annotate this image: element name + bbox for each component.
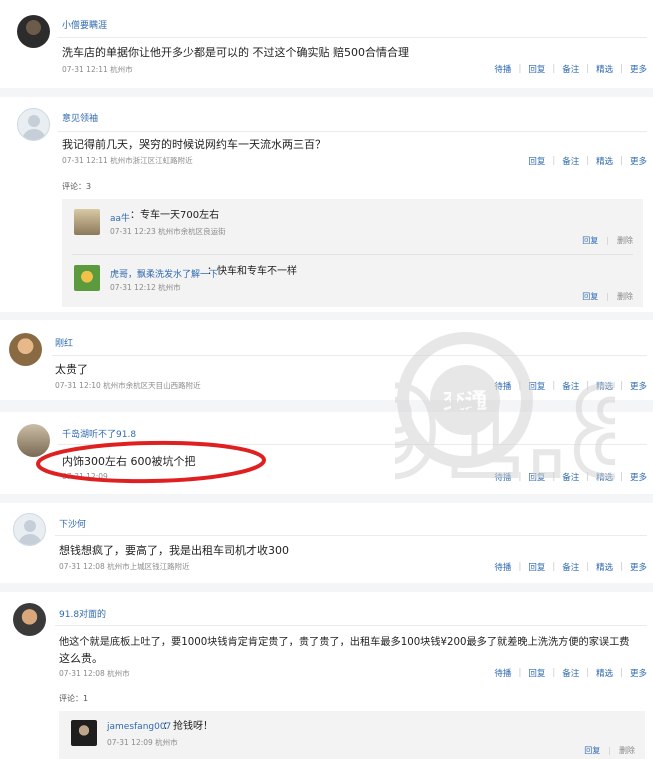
avatar[interactable] xyxy=(74,209,100,235)
divider xyxy=(52,355,647,356)
note-button[interactable]: 备注 xyxy=(562,155,579,167)
air-button[interactable]: 待播 xyxy=(494,667,511,679)
air-button[interactable]: 待播 xyxy=(494,471,511,483)
air-button[interactable]: 待播 xyxy=(494,380,511,392)
reply-button[interactable]: 回复 xyxy=(528,155,545,167)
reply-meta: 07-31 12:12 杭州市 xyxy=(110,283,181,292)
comment-text: 我记得前几天，哭穷的时候说网约车一天流水两三百？ xyxy=(62,138,326,151)
comment-meta: 07-31 12:11 杭州市浙江区江虹路附近 xyxy=(62,156,193,165)
reply-text: ：专车一天700左右 xyxy=(130,210,220,221)
feature-button[interactable]: 精选 xyxy=(596,667,613,679)
divider xyxy=(58,131,647,132)
reply-button[interactable]: 回复 xyxy=(528,63,545,75)
reply-count: 评论：3 xyxy=(62,182,92,191)
delete-button[interactable]: 删除 xyxy=(617,236,633,245)
comment-actions: 待播 | 回复 | 备注 | 精选 | 更多 xyxy=(494,667,647,679)
comment-text-line2: 这么贵。 xyxy=(59,652,103,665)
comment-card: 意见领袖 我记得前几天，哭穷的时候说网约车一天流水两三百？ 07-31 12:1… xyxy=(0,97,653,312)
avatar[interactable] xyxy=(9,333,42,366)
comment-meta: 07-31 12:10 杭州市余杭区天目山西路附近 xyxy=(55,381,201,390)
comment-text: 太贵了 xyxy=(55,363,88,376)
note-button[interactable]: 备注 xyxy=(562,63,579,75)
reply-button[interactable]: 回复 xyxy=(582,236,598,245)
reply-button[interactable]: 回复 xyxy=(528,561,545,573)
note-button[interactable]: 备注 xyxy=(562,561,579,573)
reply-box: jamesfang007 ：抢钱呀！ 07-31 12:09 杭州市 回复 | 删除 xyxy=(59,711,645,759)
reply-button[interactable]: 回复 xyxy=(528,667,545,679)
reply-button[interactable]: 回复 xyxy=(528,380,545,392)
comment-meta: 07-31 12:09 xyxy=(62,472,108,481)
reply-actions: 回复 | 删除 xyxy=(582,292,633,301)
reply-button[interactable]: 回复 xyxy=(584,746,600,755)
reply-username[interactable]: aa牛 xyxy=(110,211,130,224)
reply-box: aa牛 ：专车一天700左右 07-31 12:23 杭州市余杭区良运街 回复 |… xyxy=(62,199,643,307)
divider xyxy=(55,535,647,536)
comment-card: 91.8对面的 他这个就是底板上吐了，要1000块钱肯定肯定贵了，贵了贵了，出租… xyxy=(0,592,653,759)
comment-meta: 07-31 12:08 杭州市 xyxy=(59,669,130,678)
comment-meta: 07-31 12:11 杭州市 xyxy=(62,65,133,74)
divider xyxy=(72,254,633,255)
avatar[interactable] xyxy=(13,603,46,636)
username[interactable]: 刚红 xyxy=(55,336,73,349)
comment-card: 下沙何 想钱想疯了，要高了，我是出租车司机才收300 07-31 12:08 杭… xyxy=(0,503,653,583)
air-button[interactable]: 待播 xyxy=(494,561,511,573)
feature-button[interactable]: 精选 xyxy=(596,63,613,75)
avatar[interactable] xyxy=(17,424,50,457)
username[interactable]: 小僧要瞒涯 xyxy=(62,18,107,31)
divider xyxy=(55,625,647,626)
more-button[interactable]: 更多 xyxy=(630,471,647,483)
reply-actions: 回复 | 删除 xyxy=(582,236,633,245)
avatar[interactable] xyxy=(74,265,100,291)
feature-button[interactable]: 精选 xyxy=(596,380,613,392)
comment-text-line1: 他这个就是底板上吐了，要1000块钱肯定肯定贵了，贵了贵了，出租车最多100块钱… xyxy=(59,637,630,648)
comment-card: 千岛湖听不了91.8 内饰300左右 600被坑个把 07-31 12:09 待… xyxy=(0,412,653,494)
username[interactable]: 下沙何 xyxy=(59,517,86,530)
avatar[interactable] xyxy=(71,720,97,746)
reply-button[interactable]: 回复 xyxy=(582,292,598,301)
reply-actions: 回复 | 删除 xyxy=(584,746,635,755)
divider xyxy=(58,444,647,445)
comment-text: 洗车店的单据你让他开多少都是可以的 不过这个确实贴 赔500合情合理 xyxy=(62,46,409,59)
reply-count: 评论：1 xyxy=(59,694,89,703)
comment-text: 内饰300左右 600被坑个把 xyxy=(62,455,196,468)
comment-meta: 07-31 12:08 杭州市上城区钱江路附近 xyxy=(59,562,190,571)
reply-text: ：抢钱呀！ xyxy=(163,721,213,732)
reply-username[interactable]: 虎哥，飘柔洗发水了解一下 xyxy=(110,267,218,280)
more-button[interactable]: 更多 xyxy=(630,155,647,167)
comment-actions: 回复 | 备注 | 精选 | 更多 xyxy=(528,155,647,167)
divider xyxy=(58,37,647,38)
comment-actions: 待播 | 回复 | 备注 | 精选 | 更多 xyxy=(494,561,647,573)
reply-meta: 07-31 12:09 杭州市 xyxy=(107,738,178,747)
username[interactable]: 千岛湖听不了91.8 xyxy=(62,427,136,440)
feature-button[interactable]: 精选 xyxy=(596,561,613,573)
feature-button[interactable]: 精选 xyxy=(596,471,613,483)
comment-actions: 待播 | 回复 | 备注 | 精选 | 更多 xyxy=(494,471,647,483)
delete-button[interactable]: 删除 xyxy=(619,746,635,755)
avatar[interactable] xyxy=(17,15,50,48)
more-button[interactable]: 更多 xyxy=(630,667,647,679)
note-button[interactable]: 备注 xyxy=(562,380,579,392)
reply-text: ：快车和专车不一样 xyxy=(207,266,297,277)
reply-meta: 07-31 12:23 杭州市余杭区良运街 xyxy=(110,227,226,236)
delete-button[interactable]: 删除 xyxy=(617,292,633,301)
comment-card: 刚红 太贵了 07-31 12:10 杭州市余杭区天目山西路附近 待播 | 回复 |… xyxy=(0,320,653,400)
username[interactable]: 意见领袖 xyxy=(62,111,98,124)
comment-card: 小僧要瞒涯 洗车店的单据你让他开多少都是可以的 不过这个确实贴 赔500合情合理… xyxy=(0,0,653,88)
avatar[interactable] xyxy=(13,513,46,546)
feature-button[interactable]: 精选 xyxy=(596,155,613,167)
avatar[interactable] xyxy=(17,108,50,141)
comment-actions: 待播 | 回复 | 备注 | 精选 | 更多 xyxy=(494,63,647,75)
note-button[interactable]: 备注 xyxy=(562,667,579,679)
reply-button[interactable]: 回复 xyxy=(528,471,545,483)
username[interactable]: 91.8对面的 xyxy=(59,607,106,620)
more-button[interactable]: 更多 xyxy=(630,63,647,75)
comment-actions: 待播 | 回复 | 备注 | 精选 | 更多 xyxy=(494,380,647,392)
air-button[interactable]: 待播 xyxy=(494,63,511,75)
comment-text: 想钱想疯了，要高了，我是出租车司机才收300 xyxy=(59,544,289,557)
more-button[interactable]: 更多 xyxy=(630,561,647,573)
note-button[interactable]: 备注 xyxy=(562,471,579,483)
more-button[interactable]: 更多 xyxy=(630,380,647,392)
reply-username[interactable]: jamesfang007 xyxy=(107,722,171,732)
